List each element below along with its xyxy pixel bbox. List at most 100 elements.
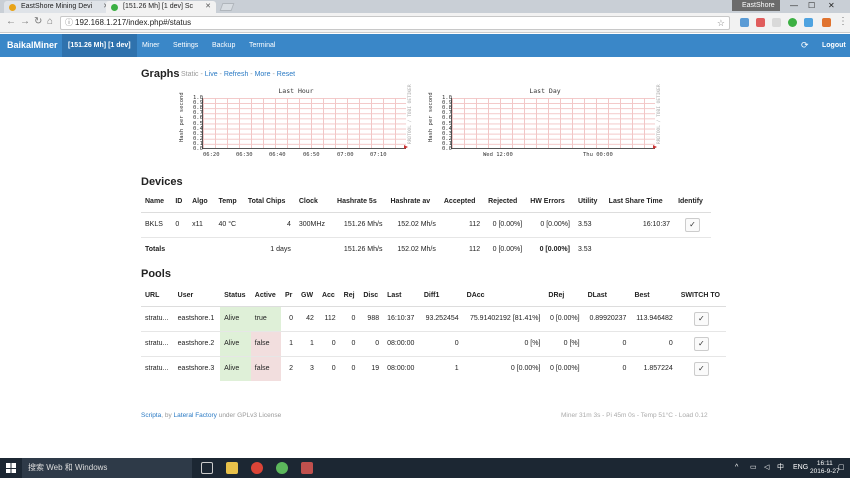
pool-url[interactable]: stratu... xyxy=(141,305,174,331)
forward-icon[interactable]: → xyxy=(20,16,30,27)
table-header-row: Name ID Algo Temp Total Chips Clock Hash… xyxy=(141,192,711,213)
logout-button[interactable]: Logout xyxy=(822,34,846,57)
profile-button[interactable]: EastShore xyxy=(732,0,780,11)
identify-button[interactable]: ✓ xyxy=(685,217,701,232)
device-rejected: 0 [0.00%] xyxy=(484,211,527,237)
totals-hw-errors: 0 [0.00%] xyxy=(526,236,574,262)
table-row: BKLS 0 x11 40 °C 4 300MHz 151.26 Mh/s 15… xyxy=(141,211,711,237)
close-icon[interactable]: ✕ xyxy=(205,1,211,13)
extension-icon[interactable] xyxy=(788,18,797,27)
pool-url[interactable]: stratu... xyxy=(141,330,174,356)
pool-gw: 3 xyxy=(297,355,318,381)
pool-active: false xyxy=(250,355,281,381)
extension-icon[interactable] xyxy=(822,18,831,27)
switch-pool-button[interactable]: ✓ xyxy=(693,336,709,351)
totals-accepted: 112 xyxy=(439,236,485,262)
pool-best: 1.857224 xyxy=(630,355,677,381)
nav-miner[interactable]: Miner xyxy=(142,34,160,57)
chrome-icon[interactable] xyxy=(251,462,263,474)
notifications-icon[interactable]: ▢ xyxy=(838,458,845,478)
extension-icon[interactable] xyxy=(740,18,749,27)
graph-side-label: RRDTOOL / TOBI OETIKER xyxy=(657,84,662,144)
x-tick-label: 06:30 xyxy=(236,152,253,158)
url-text: 192.168.1.217/index.php#/status xyxy=(75,18,192,27)
extension-icon[interactable] xyxy=(756,18,765,27)
column-header: Last xyxy=(383,286,420,307)
bookmark-star-icon[interactable]: ☆ xyxy=(717,17,725,29)
back-icon[interactable]: ← xyxy=(6,16,16,27)
nav-backup[interactable]: Backup xyxy=(212,34,235,57)
y-tick-label: 0.0 xyxy=(193,146,203,152)
pool-status: Alive xyxy=(220,355,251,381)
column-header: Hashrate av xyxy=(386,192,440,213)
pool-acc: 0 xyxy=(317,330,340,356)
app-icon[interactable] xyxy=(301,462,313,474)
pool-rej: 0 xyxy=(339,355,360,381)
column-header: Rej xyxy=(339,286,360,307)
license-text: under GPLv3 License xyxy=(218,412,282,419)
browser-tab-active[interactable]: [151.26 Mh] [1 dev] Sc ✕ xyxy=(106,1,216,13)
url-input[interactable]: ⓘ 192.168.1.217/index.php#/status ☆ xyxy=(60,16,730,30)
graph-side-label: RRDTOOL / TOBI OETIKER xyxy=(408,84,413,144)
file-explorer-icon[interactable] xyxy=(226,462,238,474)
menu-icon[interactable]: ⋮ xyxy=(838,16,848,27)
language-indicator[interactable]: ENG xyxy=(793,458,808,478)
volume-icon[interactable]: ◁ xyxy=(764,458,769,478)
nav-terminal[interactable]: Terminal xyxy=(249,34,275,57)
pool-active: true xyxy=(250,305,281,331)
new-tab-button[interactable] xyxy=(219,3,235,11)
totals-uptime: 1 days xyxy=(243,236,295,262)
device-hashrate-5s: 151.26 Mh/s xyxy=(333,211,387,237)
taskbar-clock[interactable]: 16:11 2016-9-27 xyxy=(810,460,840,476)
pool-url[interactable]: stratu... xyxy=(141,355,174,381)
extension-icon[interactable] xyxy=(772,18,781,27)
table-row: stratu... eastshore.3 Alive false 2 3 0 … xyxy=(141,355,726,381)
x-tick-label: 07:10 xyxy=(370,152,387,158)
device-accepted: 112 xyxy=(439,211,485,237)
nav-settings[interactable]: Settings xyxy=(173,34,198,57)
ime-icon[interactable]: 中 xyxy=(777,458,784,478)
graph-ylabel: Hash per second xyxy=(179,92,185,142)
device-chips: 4 xyxy=(243,211,295,237)
x-tick-label: Wed 12:00 xyxy=(483,152,513,158)
switch-pool-button[interactable]: ✓ xyxy=(693,361,709,376)
last-day-graph: Last Day Hash per second RRDTOOL / TOBI … xyxy=(425,84,665,162)
lateral-factory-link[interactable]: Lateral Factory xyxy=(174,412,217,419)
maximize-icon[interactable]: ☐ xyxy=(808,0,815,11)
nav-hashrate-status[interactable]: [151.26 Mh] [1 dev] xyxy=(62,34,137,57)
reset-link[interactable]: Reset xyxy=(277,71,295,78)
minimize-icon[interactable]: — xyxy=(790,0,798,11)
table-header-row: URL User Status Active Pr GW Acc Rej Dis… xyxy=(141,286,726,307)
wechat-icon[interactable] xyxy=(276,462,288,474)
home-icon[interactable]: ⌂ xyxy=(47,16,53,27)
column-header: Total Chips xyxy=(243,192,295,213)
more-link[interactable]: More xyxy=(255,71,271,78)
refresh-icon[interactable]: ⟳ xyxy=(801,40,809,51)
switch-pool-button[interactable]: ✓ xyxy=(693,311,709,326)
browser-tab[interactable]: EastShore Mining Devi ✕ xyxy=(4,1,114,13)
x-tick-label: 07:00 xyxy=(337,152,354,158)
brand-logo[interactable]: BaikalMiner xyxy=(7,34,58,57)
extension-icon[interactable] xyxy=(804,18,813,27)
task-view-icon[interactable] xyxy=(201,462,213,474)
clock-date: 2016-9-27 xyxy=(810,468,840,475)
device-clock: 300MHz xyxy=(294,211,334,237)
page-info-icon[interactable]: ⓘ xyxy=(65,17,73,29)
tray-chevron-icon[interactable]: ^ xyxy=(735,458,738,478)
scripta-link[interactable]: Scripta xyxy=(141,412,161,419)
refresh-link[interactable]: Refresh xyxy=(224,71,249,78)
column-header: Diff1 xyxy=(419,286,463,307)
table-row: stratu... eastshore.2 Alive false 1 1 0 … xyxy=(141,330,726,356)
live-link[interactable]: Live xyxy=(205,71,218,78)
taskbar-search[interactable]: 搜索 Web 和 Windows xyxy=(22,458,192,478)
clock-time: 16:11 xyxy=(816,460,833,467)
reload-icon[interactable]: ↻ xyxy=(34,16,42,27)
tab-title: [151.26 Mh] [1 dev] Sc xyxy=(123,3,194,10)
window-close-icon[interactable]: ✕ xyxy=(828,0,835,11)
windows-start-icon[interactable] xyxy=(6,463,16,473)
column-header: User xyxy=(173,286,221,307)
pool-dlast: 0.89920237 xyxy=(583,305,631,331)
column-header: DLast xyxy=(583,286,631,307)
graph-controls: Static - Live - Refresh - More - Reset xyxy=(181,71,296,78)
network-icon[interactable]: ▭ xyxy=(750,458,757,478)
